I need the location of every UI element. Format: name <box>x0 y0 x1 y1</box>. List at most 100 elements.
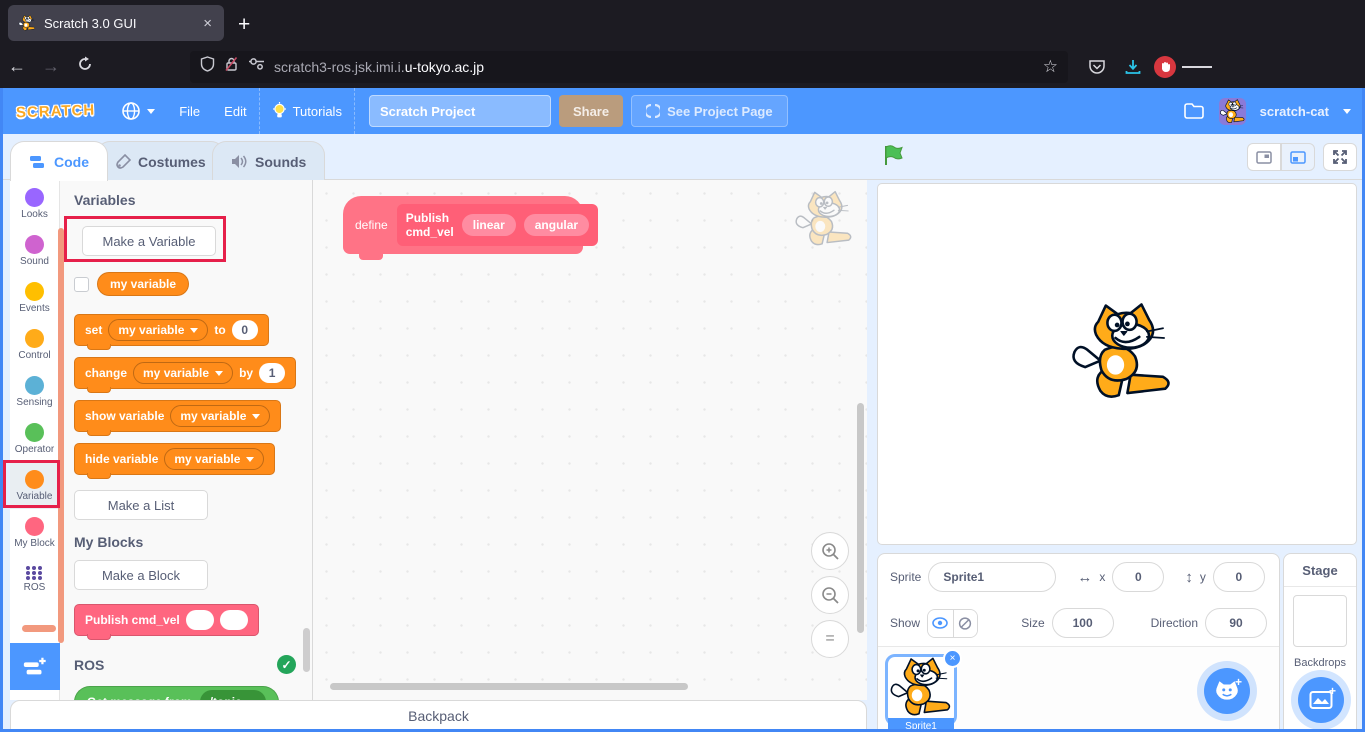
small-stage-button[interactable] <box>1247 143 1281 171</box>
variable-dropdown[interactable]: my variable <box>170 405 270 427</box>
stage-selector-panel[interactable]: Stage Backdrops + <box>1283 553 1357 732</box>
custom-block-prototype: Publish cmd_vel linear angular <box>397 204 598 246</box>
sprite-tile-sprite1[interactable]: × Sprite1 <box>885 654 957 726</box>
category-my-block[interactable]: My Block <box>10 509 59 556</box>
menu-file[interactable]: File <box>167 88 212 134</box>
zoom-reset-button[interactable]: = <box>811 620 849 658</box>
add-sprite-button[interactable]: + <box>1204 668 1250 714</box>
permissions-icon[interactable] <box>248 57 265 76</box>
sprite-name-input[interactable] <box>928 562 1056 592</box>
browser-tab[interactable]: Scratch 3.0 GUI × <box>8 5 224 41</box>
code-scrollbar-horizontal[interactable] <box>330 683 688 690</box>
category-control[interactable]: Control <box>10 321 59 368</box>
topic-dropdown[interactable]: /topic <box>200 690 266 700</box>
hide-sprite-button[interactable] <box>953 610 978 637</box>
back-icon[interactable]: ← <box>0 56 34 77</box>
variable-checkbox[interactable] <box>74 277 89 292</box>
lock-disabled-icon[interactable] <box>224 56 239 77</box>
stage-sprite-cat[interactable] <box>1068 302 1176 402</box>
change-variable-block[interactable]: change my variable by 1 <box>74 357 296 389</box>
bookmark-star-icon[interactable]: ☆ <box>1043 57 1058 77</box>
green-flag-icon[interactable] <box>883 144 905 171</box>
category-variable[interactable]: Variable <box>10 462 59 509</box>
publish-cmd-vel-block[interactable]: Publish cmd_vel <box>74 604 259 636</box>
add-extension-button[interactable] <box>10 643 60 690</box>
define-publish-cmd-vel-block[interactable]: define Publish cmd_vel linear angular <box>343 196 583 254</box>
menu-tutorials[interactable]: Tutorials <box>260 88 354 134</box>
tab-sounds[interactable]: Sounds <box>212 141 325 181</box>
tab-close-icon[interactable]: × <box>201 15 214 32</box>
make-block-button[interactable]: Make a Block <box>74 560 208 590</box>
scratch-logo[interactable]: SCRATCH <box>16 101 96 121</box>
y-position-input[interactable] <box>1213 562 1265 592</box>
adblock-hand-icon[interactable] <box>1154 56 1176 78</box>
param-linear[interactable]: linear <box>462 214 516 236</box>
variable-dropdown[interactable]: my variable <box>133 362 233 384</box>
project-name-input[interactable] <box>369 95 551 127</box>
code-workspace[interactable]: define Publish cmd_vel linear angular <box>313 180 867 700</box>
add-backdrop-button[interactable]: + <box>1298 677 1344 723</box>
tab-code[interactable]: Code <box>10 141 108 181</box>
value-input[interactable]: 0 <box>232 320 258 340</box>
backdrops-label: Backdrops <box>1284 657 1356 669</box>
menu-edit[interactable]: Edit <box>212 88 258 134</box>
category-scrollbar-horizontal[interactable] <box>22 625 56 632</box>
show-sprite-button[interactable] <box>928 610 953 637</box>
reload-icon[interactable] <box>68 56 102 77</box>
direction-input[interactable] <box>1205 608 1267 638</box>
forward-icon[interactable]: → <box>34 56 68 77</box>
account-name[interactable]: scratch-cat <box>1260 104 1329 119</box>
zoom-out-button[interactable] <box>811 576 849 614</box>
param-angular[interactable]: angular <box>524 214 589 236</box>
argument-input[interactable] <box>186 610 214 630</box>
avatar[interactable] <box>1219 98 1246 125</box>
url-text[interactable]: scratch3-ros.jsk.imi.i.u-tokyo.ac.jp <box>274 59 1034 75</box>
palette-scrollbar[interactable] <box>303 628 310 672</box>
backdrop-thumbnail[interactable] <box>1293 595 1347 647</box>
set-variable-block[interactable]: set my variable to 0 <box>74 314 269 346</box>
pocket-icon[interactable] <box>1082 58 1112 76</box>
variable-dropdown[interactable]: my variable <box>164 448 264 470</box>
x-label: x <box>1099 570 1105 584</box>
variable-dropdown[interactable]: my variable <box>108 319 208 341</box>
share-button[interactable]: Share <box>559 95 623 127</box>
tab-costumes[interactable]: Costumes <box>96 141 225 181</box>
make-list-button[interactable]: Make a List <box>74 490 208 520</box>
category-operator[interactable]: Operator <box>10 415 59 462</box>
folder-icon[interactable] <box>1183 102 1205 120</box>
delete-sprite-icon[interactable]: × <box>943 649 962 668</box>
sprite-thumbnail-cat <box>888 657 954 718</box>
code-scrollbar-vertical[interactable] <box>857 403 864 633</box>
url-bar[interactable]: scratch3-ros.jsk.imi.i.u-tokyo.ac.jp ☆ <box>190 51 1068 83</box>
category-sensing[interactable]: Sensing <box>10 368 59 415</box>
category-sound[interactable]: Sound <box>10 227 59 274</box>
fullscreen-button[interactable] <box>1323 143 1357 171</box>
argument-input[interactable] <box>220 610 248 630</box>
size-input[interactable] <box>1052 608 1114 638</box>
make-variable-button[interactable]: Make a Variable <box>82 226 216 256</box>
extension-blocks-icon <box>22 655 48 679</box>
new-tab-button[interactable]: + <box>238 13 250 37</box>
show-variable-block[interactable]: show variable my variable <box>74 400 281 432</box>
download-icon[interactable] <box>1118 58 1148 76</box>
my-variable-block[interactable]: my variable <box>97 272 189 296</box>
category-looks[interactable]: Looks <box>10 180 59 227</box>
stage[interactable] <box>877 183 1357 545</box>
hide-variable-block[interactable]: hide variable my variable <box>74 443 275 475</box>
category-events[interactable]: Events <box>10 274 59 321</box>
show-label: Show <box>890 616 920 630</box>
see-project-page-button[interactable]: See Project Page <box>631 95 788 127</box>
account-chevron-icon[interactable] <box>1343 109 1351 114</box>
sprite-panel: Sprite ↔ x ↕ y Show Size Direction <box>877 553 1280 732</box>
get-message-block[interactable]: Get message from /topic <box>74 686 279 700</box>
x-position-input[interactable] <box>1112 562 1164 592</box>
menu-hamburger-icon[interactable] <box>1182 64 1212 70</box>
default-stage-button[interactable] <box>1281 143 1315 171</box>
value-input[interactable]: 1 <box>259 363 285 383</box>
zoom-in-button[interactable] <box>811 532 849 570</box>
shield-icon[interactable] <box>200 56 215 77</box>
backpack-bar[interactable]: Backpack <box>10 700 867 732</box>
category-scrollbar-vertical[interactable] <box>58 228 64 643</box>
language-selector[interactable] <box>109 88 167 134</box>
category-ros[interactable]: ROS <box>10 556 59 603</box>
